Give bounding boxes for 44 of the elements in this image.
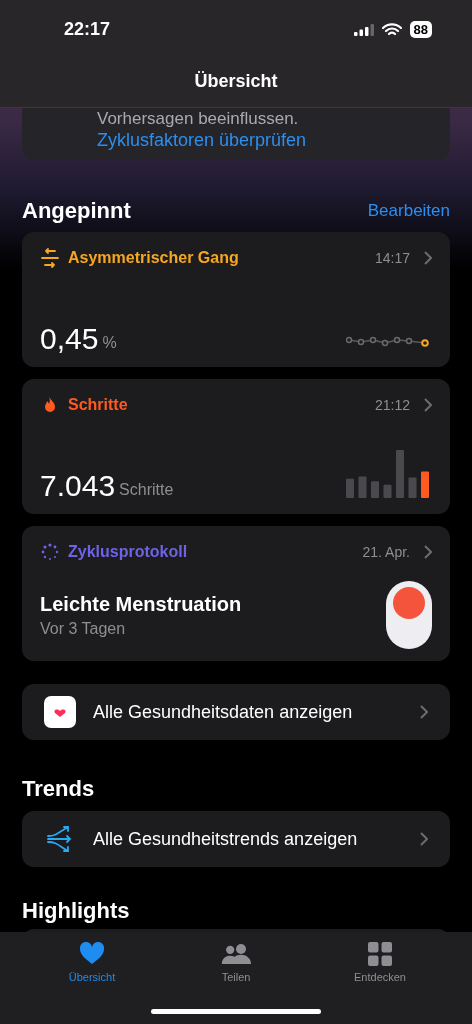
card-time: 14:17: [374, 250, 410, 266]
card-subtitle: Vor 3 Tagen: [40, 619, 127, 638]
battery-level: 88: [409, 21, 432, 38]
grid-icon: [365, 942, 395, 966]
all-data-row[interactable]: Alle Gesundheitsdaten anzeigen: [22, 684, 450, 740]
heart-icon: [77, 942, 107, 966]
tab[interactable]: Entdecken: [335, 932, 425, 1024]
card-time: 21. Apr.: [362, 544, 410, 560]
chevron-icon: [424, 398, 432, 412]
chevron-icon: [424, 251, 432, 265]
row-label: Alle Gesundheitsdaten anzeigen: [93, 701, 354, 723]
card-value: 0,45: [40, 323, 99, 355]
tab[interactable]: Teilen: [191, 932, 281, 1024]
tab[interactable]: Übersicht: [47, 932, 137, 1024]
card-title: Schritte: [68, 396, 129, 414]
card-title: Asymmetrischer Gang: [68, 249, 240, 267]
cycle-factors-link[interactable]: Zyklusfaktoren überprüfen: [97, 129, 307, 151]
section-title: Highlights: [22, 897, 130, 925]
trends-row[interactable]: Alle Gesundheitstrends anzeigen: [22, 811, 450, 867]
card-unit: %: [102, 334, 118, 352]
status-time: 22:17: [64, 19, 112, 40]
card-title: Zyklusprotokoll: [68, 543, 189, 561]
screen-title: Übersicht: [194, 71, 278, 92]
chevron-icon: [420, 832, 428, 846]
section-title: Angepinnt: [22, 197, 131, 225]
chevron-icon: [420, 705, 428, 719]
section-title: Trends: [22, 775, 95, 803]
card-value: Leichte Menstruation: [40, 592, 242, 616]
pinned-card[interactable]: Asymmetrischer Gang 14:17 0,45%: [22, 232, 450, 367]
card-unit: Schritte: [119, 481, 175, 499]
signal-icon: [353, 23, 374, 36]
cycle-info-text: Vorhersagen beeinflussen.: [97, 109, 300, 129]
people-icon: [221, 942, 251, 966]
chevron-icon: [424, 545, 432, 559]
edit-link[interactable]: Bearbeiten: [367, 201, 450, 221]
card-time: 21:12: [374, 397, 410, 413]
heart-app-icon: [44, 696, 76, 728]
wifi-icon: [381, 22, 402, 37]
row-label: Alle Gesundheitstrends anzeigen: [93, 828, 359, 850]
card-value: 7.043: [40, 470, 116, 502]
flow-indicator-icon: [386, 581, 432, 649]
pinned-card[interactable]: Zyklusprotokoll 21. Apr. Leichte Menstruation Vor 3 Tagen: [22, 526, 450, 661]
trend-arrows-icon: [46, 824, 74, 854]
pinned-card[interactable]: Schritte 21:12 7.043 Schritte: [22, 379, 450, 514]
